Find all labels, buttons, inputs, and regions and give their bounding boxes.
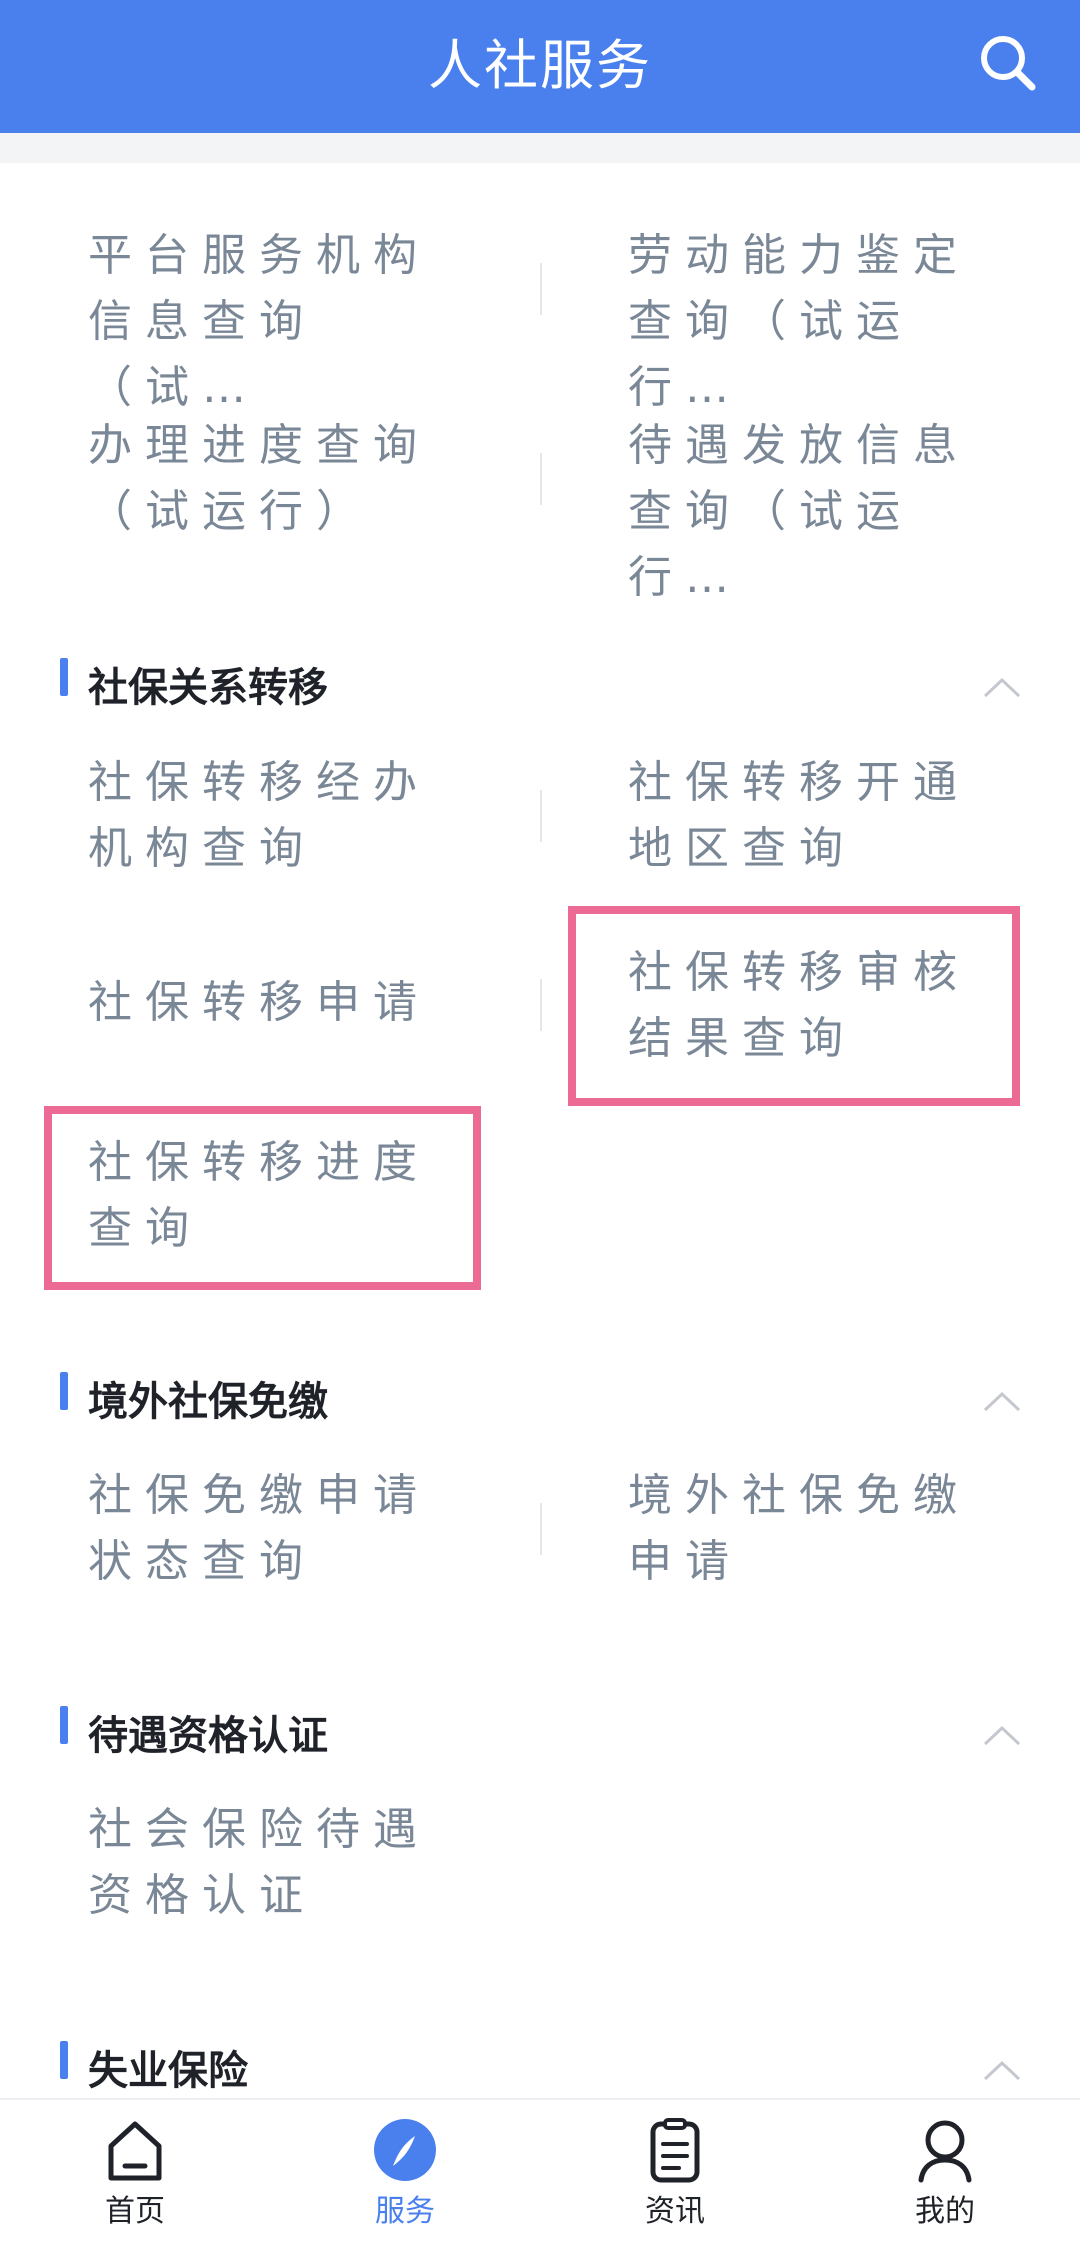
service-item-transfer-progress-query[interactable]: 社保转移进度 查询: [88, 1130, 458, 1262]
tab-services[interactable]: 服务: [270, 2100, 540, 2250]
chevron-up-icon[interactable]: [982, 1723, 1022, 1747]
section-accent-bar: [60, 1706, 68, 1744]
service-item-transfer-region-query[interactable]: 社保转移开通 地区查询: [628, 750, 998, 882]
search-icon[interactable]: [978, 33, 1038, 93]
item-separator: [540, 790, 542, 842]
section-accent-bar: [60, 1372, 68, 1410]
section-title-unemployment-insurance: 失业保险: [88, 2048, 248, 2094]
item-separator: [540, 453, 542, 505]
bottom-tab-bar: 首页 服务 资讯 我的: [0, 2098, 1080, 2250]
app-header: 人社服务: [0, 0, 1080, 133]
section-accent-bar: [60, 658, 68, 696]
section-title-social-security-transfer: 社保关系转移: [88, 665, 328, 711]
chevron-up-icon[interactable]: [982, 2058, 1022, 2082]
service-item-exemption-status-query[interactable]: 社保免缴申请 状态查询: [88, 1463, 458, 1595]
chevron-up-icon[interactable]: [982, 1389, 1022, 1413]
header-gap: [0, 133, 1080, 163]
section-title-overseas-exemption: 境外社保免缴: [88, 1379, 328, 1425]
service-item-transfer-review-result-query[interactable]: 社保转移审核 结果查询: [628, 940, 998, 1072]
tab-label: 我的: [915, 2194, 975, 2229]
service-item-benefit-qualification-certification[interactable]: 社会保险待遇 资格认证: [88, 1797, 458, 1929]
service-item-transfer-agency-query[interactable]: 社保转移经办 机构查询: [88, 750, 458, 882]
service-item-progress-query[interactable]: 办理进度查询 （试运行）: [88, 413, 458, 545]
page-title: 人社服务: [428, 34, 652, 97]
service-item-exemption-apply[interactable]: 境外社保免缴 申请: [628, 1463, 998, 1595]
compass-icon: [374, 2119, 436, 2181]
tab-news[interactable]: 资讯: [540, 2100, 810, 2250]
tab-label: 首页: [105, 2194, 165, 2229]
news-icon: [650, 2118, 700, 2183]
home-icon: [108, 2121, 162, 2181]
service-list: 平台服务机构 信息查询（试… 劳动能力鉴定 查询（试运行… 办理进度查询 （试运…: [0, 163, 1080, 2098]
profile-icon: [918, 2120, 972, 2183]
section-title-benefit-qualification: 待遇资格认证: [88, 1713, 328, 1759]
tab-label: 资讯: [645, 2194, 705, 2229]
section-accent-bar: [60, 2041, 68, 2079]
item-separator: [540, 1503, 542, 1555]
tab-home[interactable]: 首页: [0, 2100, 270, 2250]
tab-profile[interactable]: 我的: [810, 2100, 1080, 2250]
item-separator: [540, 979, 542, 1031]
item-separator: [540, 263, 542, 315]
service-item-work-ability-query[interactable]: 劳动能力鉴定 查询（试运行…: [628, 223, 998, 421]
tab-label: 服务: [375, 2194, 435, 2229]
service-item-benefit-payment-query[interactable]: 待遇发放信息 查询（试运行…: [628, 413, 998, 611]
service-item-platform-agency-query[interactable]: 平台服务机构 信息查询（试…: [88, 223, 458, 421]
service-item-transfer-apply[interactable]: 社保转移申请: [88, 970, 458, 1036]
chevron-up-icon[interactable]: [982, 675, 1022, 699]
